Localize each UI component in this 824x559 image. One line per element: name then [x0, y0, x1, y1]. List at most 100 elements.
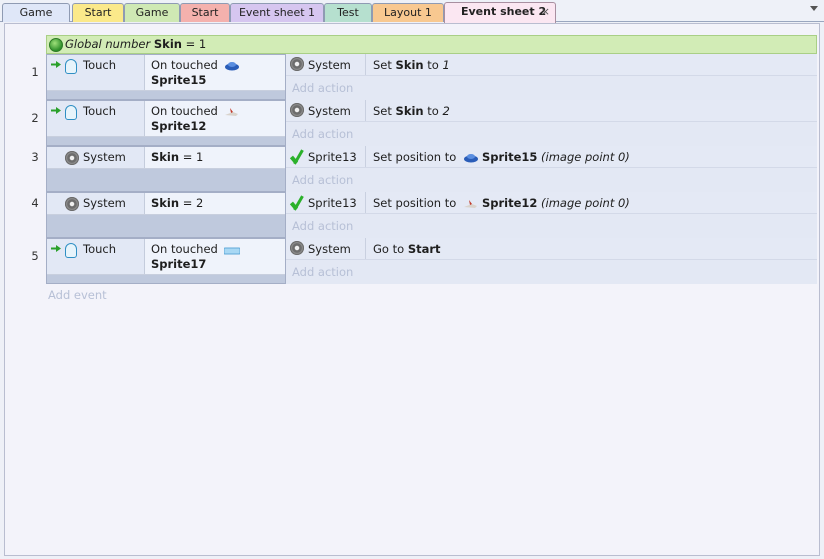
action-text: Set Skin to 2: [373, 104, 450, 118]
tab-start-2[interactable]: Start: [180, 3, 230, 22]
tab-layout-1[interactable]: Layout 1: [372, 3, 444, 22]
trigger-arrow-icon: [51, 61, 61, 68]
action-var: Skin: [395, 104, 424, 118]
action-row[interactable]: System Set Skin to 1: [286, 54, 817, 76]
condition-row[interactable]: Touch On touched Sprite12: [47, 101, 285, 137]
checkmark-icon: [290, 149, 305, 164]
close-icon[interactable]: ×: [541, 3, 550, 20]
event-number: 1: [31, 65, 39, 79]
action-value: 2: [442, 104, 450, 118]
tab-game-2[interactable]: Game: [124, 3, 180, 22]
action-block[interactable]: System Set Skin to 1 Add action: [286, 54, 817, 100]
gear-icon: [290, 57, 304, 71]
condition-object-label: System: [83, 196, 126, 210]
global-var-name: Skin: [153, 37, 182, 51]
action-text: Set position to Sprite12 (image point 0): [373, 196, 630, 210]
condition-verb: On touched: [151, 104, 218, 118]
condition-object: Touch: [47, 239, 145, 274]
tab-event-sheet-1[interactable]: Event sheet 1: [230, 3, 324, 22]
condition-object-label: Touch: [83, 58, 117, 72]
tab-label: Game: [19, 6, 53, 19]
action-target: Start: [407, 242, 441, 256]
event-row[interactable]: 1 Touch On touched Sprite15 System Set S…: [5, 54, 817, 100]
sprite17-icon: [224, 247, 241, 255]
tab-test[interactable]: Test: [324, 3, 372, 22]
action-row[interactable]: System Set Skin to 2: [286, 100, 817, 122]
gear-icon: [290, 241, 304, 255]
add-action-link[interactable]: Add action: [292, 265, 353, 279]
add-event-link[interactable]: Add event: [48, 288, 107, 302]
condition-object-label: Touch: [83, 104, 117, 118]
action-extra: (image point 0): [541, 196, 630, 210]
event-row[interactable]: 4 System Skin = 2 Sprite13 Set position …: [5, 192, 817, 238]
add-action-link[interactable]: Add action: [292, 219, 353, 233]
globe-icon: [49, 38, 63, 52]
event-number: 4: [31, 196, 39, 210]
condition-text: On touched Sprite12: [151, 104, 243, 134]
gear-icon: [65, 151, 79, 165]
condition-target: Sprite17: [151, 257, 207, 271]
condition-block[interactable]: System Skin = 1: [46, 146, 286, 192]
tab-label: Layout 1: [384, 6, 432, 19]
condition-block[interactable]: Touch On touched Sprite15: [46, 54, 286, 100]
tab-start[interactable]: Start: [72, 3, 124, 22]
action-row[interactable]: Sprite13 Set position to Sprite15 (image…: [286, 146, 817, 168]
event-number: 2: [31, 111, 39, 125]
add-action-link[interactable]: Add action: [292, 81, 353, 95]
condition-text: On touched Sprite17: [151, 242, 243, 272]
trigger-arrow-icon: [51, 107, 61, 114]
tab-bar: Game Start Game Start Event sheet 1 Test…: [0, 0, 824, 23]
action-verb: Set position to: [373, 196, 457, 210]
condition-var: Skin: [151, 196, 180, 210]
gear-icon: [290, 103, 304, 117]
event-row[interactable]: 3 System Skin = 1 Sprite13 Set position …: [5, 146, 817, 192]
action-object-label: System: [308, 58, 351, 72]
condition-object-label: Touch: [83, 242, 117, 256]
touch-icon: [65, 59, 77, 74]
condition-verb: On touched: [151, 58, 218, 72]
condition-row[interactable]: System Skin = 2: [47, 193, 285, 215]
action-object: Sprite13: [286, 146, 366, 167]
action-object: Sprite13: [286, 192, 366, 213]
event-sheet: Global number Skin = 1 1 Touch On touche…: [4, 23, 820, 556]
condition-text: Skin = 2: [151, 196, 203, 211]
tab-label: Event sheet 2: [461, 5, 547, 18]
action-block[interactable]: System Go to Start Add action: [286, 238, 817, 284]
action-row[interactable]: System Go to Start: [286, 238, 817, 260]
condition-row[interactable]: Touch On touched Sprite15: [47, 55, 285, 91]
condition-row[interactable]: Touch On touched Sprite17: [47, 239, 285, 275]
condition-object: System: [47, 147, 145, 168]
touch-icon: [65, 105, 77, 120]
condition-row[interactable]: System Skin = 1: [47, 147, 285, 169]
condition-text: Skin = 1: [151, 150, 203, 165]
condition-block[interactable]: Touch On touched Sprite12: [46, 100, 286, 146]
action-verb: Set: [373, 104, 392, 118]
condition-object: Touch: [47, 55, 145, 90]
tab-event-sheet-2[interactable]: Event sheet 2 ×: [444, 2, 556, 23]
action-block[interactable]: System Set Skin to 2 Add action: [286, 100, 817, 146]
chevron-down-icon[interactable]: [810, 6, 818, 11]
trigger-arrow-icon: [51, 245, 61, 252]
action-row[interactable]: Sprite13 Set position to Sprite12 (image…: [286, 192, 817, 214]
add-action-link[interactable]: Add action: [292, 173, 353, 187]
action-target: Sprite15: [481, 150, 538, 164]
action-mid: to: [427, 104, 439, 118]
action-value: 1: [442, 58, 450, 72]
action-object: System: [286, 100, 366, 121]
global-variable-row[interactable]: Global number Skin = 1: [46, 35, 817, 54]
action-object-label: System: [308, 242, 351, 256]
condition-var: Skin: [151, 150, 180, 164]
action-block[interactable]: Sprite13 Set position to Sprite15 (image…: [286, 146, 817, 192]
tab-label: Start: [191, 6, 219, 19]
action-block[interactable]: Sprite13 Set position to Sprite12 (image…: [286, 192, 817, 238]
condition-block[interactable]: System Skin = 2: [46, 192, 286, 238]
action-object-label: Sprite13: [308, 150, 357, 164]
action-object: System: [286, 54, 366, 75]
tab-label: Test: [337, 6, 359, 19]
add-action-link[interactable]: Add action: [292, 127, 353, 141]
condition-block[interactable]: Touch On touched Sprite17: [46, 238, 286, 284]
touch-icon: [65, 243, 77, 258]
event-row[interactable]: 2 Touch On touched Sprite12 System Set S…: [5, 100, 817, 146]
tab-game[interactable]: Game: [2, 3, 70, 22]
event-row[interactable]: 5 Touch On touched Sprite17 System Go to…: [5, 238, 817, 284]
